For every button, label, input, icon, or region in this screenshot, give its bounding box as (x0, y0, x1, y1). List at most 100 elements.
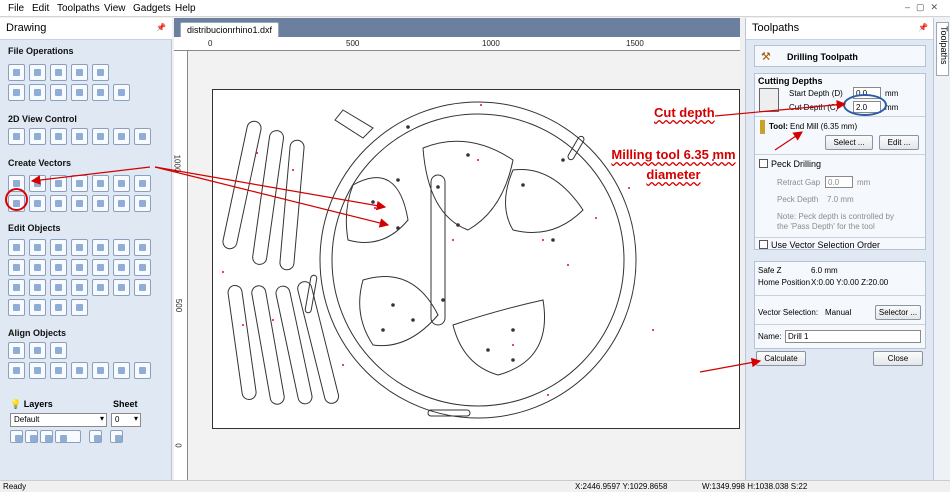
zoom-icon[interactable] (29, 128, 46, 145)
sheet-select[interactable]: 0 (111, 413, 141, 427)
zoom-selection-icon[interactable] (92, 128, 109, 145)
array-icon[interactable] (113, 195, 130, 212)
close-vector-icon[interactable] (71, 279, 88, 296)
menu-bar: File Edit Toolpaths View Gadgets Help –▢… (0, 0, 950, 17)
text-arc-icon[interactable] (50, 195, 67, 212)
zoom-page-icon[interactable] (113, 128, 130, 145)
angle-icon[interactable] (50, 299, 67, 316)
tool-label: Tool: (769, 122, 788, 131)
select-tool-button[interactable]: Select ... (825, 135, 873, 150)
space-h-icon[interactable] (92, 362, 109, 379)
dimension-icon[interactable] (71, 195, 88, 212)
zoom-box-icon[interactable] (50, 128, 67, 145)
offset-icon[interactable] (8, 279, 25, 296)
text-on-curve-icon[interactable] (29, 195, 46, 212)
transform-icon[interactable] (50, 239, 67, 256)
view-2d-icon[interactable] (134, 128, 151, 145)
ellipse-icon[interactable] (29, 175, 46, 192)
layer-select[interactable]: Default (10, 413, 107, 427)
pin-icon[interactable]: 📌 (156, 23, 166, 32)
color-picker-icon[interactable] (55, 430, 81, 443)
menu-gadgets[interactable]: Gadgets (133, 3, 171, 14)
vector-order-checkbox[interactable] (759, 240, 768, 249)
trim-icon[interactable] (134, 259, 151, 276)
group-icon[interactable] (71, 239, 88, 256)
menu-edit[interactable]: Edit (32, 3, 49, 14)
close-button[interactable]: Close (873, 351, 923, 366)
polygon-icon[interactable] (113, 175, 130, 192)
edit-tool-button[interactable]: Edit ... (879, 135, 919, 150)
align-hcenter-icon[interactable] (29, 342, 46, 359)
tab-icon[interactable] (71, 299, 88, 316)
align-top-icon[interactable] (50, 362, 67, 379)
pin-icon-right[interactable]: 📌 (918, 23, 928, 32)
distort-icon[interactable] (50, 259, 67, 276)
node-edit-icon[interactable] (92, 195, 109, 212)
space-v-icon[interactable] (113, 362, 130, 379)
new-file-icon[interactable] (8, 64, 25, 81)
vectors-row-1 (8, 175, 151, 192)
align-vcenter-icon[interactable] (50, 342, 67, 359)
material-sheet[interactable] (212, 89, 740, 429)
polyline-icon[interactable] (71, 175, 88, 192)
fillet-icon[interactable] (29, 279, 46, 296)
zoom-fit-icon[interactable] (71, 128, 88, 145)
redo-icon[interactable] (113, 84, 130, 101)
peck-drilling-checkbox[interactable] (759, 159, 768, 168)
color-swatch-icon[interactable] (40, 430, 53, 443)
copy-icon[interactable] (50, 84, 67, 101)
intersect-icon[interactable] (113, 259, 130, 276)
menu-view[interactable]: View (104, 3, 126, 14)
extend-icon[interactable] (50, 279, 67, 296)
arc-icon[interactable] (92, 175, 109, 192)
save-icon[interactable] (50, 64, 67, 81)
import-icon[interactable] (71, 64, 88, 81)
scale-icon[interactable] (134, 239, 151, 256)
calculate-button[interactable]: Calculate (756, 351, 806, 366)
star-icon[interactable] (134, 175, 151, 192)
align-page-icon[interactable] (134, 362, 151, 379)
rotate-icon[interactable] (29, 259, 46, 276)
export-icon[interactable] (92, 64, 109, 81)
ungroup-icon[interactable] (92, 239, 109, 256)
select-icon[interactable] (8, 239, 25, 256)
align-right-icon[interactable] (29, 362, 46, 379)
align-left-icon[interactable] (8, 362, 25, 379)
lock-icon[interactable] (25, 430, 38, 443)
subtract-icon[interactable] (92, 259, 109, 276)
draw-icon[interactable] (134, 195, 151, 212)
selector-button[interactable]: Selector ... (875, 305, 921, 320)
open-file-icon[interactable] (29, 64, 46, 81)
node-icon[interactable] (29, 239, 46, 256)
window-controls[interactable]: –▢✕ (905, 2, 944, 13)
menu-toolpaths[interactable]: Toolpaths (57, 3, 100, 14)
curve-fit-icon[interactable] (113, 279, 130, 296)
weld-icon[interactable] (71, 259, 88, 276)
bracket-icon[interactable] (29, 299, 46, 316)
paste-icon[interactable] (71, 84, 88, 101)
menu-file[interactable]: File (8, 3, 24, 14)
menu-help[interactable]: Help (175, 3, 196, 14)
layer-delete-icon[interactable] (110, 430, 123, 443)
retract-gap-input[interactable]: 0.0 (825, 176, 853, 188)
rectangle-icon[interactable] (50, 175, 67, 192)
scissors-icon[interactable] (134, 279, 151, 296)
nest-icon[interactable] (8, 299, 25, 316)
lightbulb-icon[interactable] (10, 430, 23, 443)
mirror-icon[interactable] (8, 259, 25, 276)
peck-drilling-label: Peck Drilling (771, 159, 822, 169)
align-center-icon[interactable] (8, 342, 25, 359)
pan-icon[interactable] (8, 128, 25, 145)
toolpaths-side-tab[interactable]: Toolpaths (936, 22, 949, 76)
document-tab[interactable]: distribucionrhino1.dxf (180, 22, 280, 37)
smooth-icon[interactable] (92, 279, 109, 296)
cad-drawing[interactable] (213, 90, 741, 430)
layer-copy-icon[interactable] (89, 430, 102, 443)
cut-icon[interactable] (29, 84, 46, 101)
align-bottom-icon[interactable] (71, 362, 88, 379)
select-all-icon[interactable] (8, 84, 25, 101)
undo-icon[interactable] (92, 84, 109, 101)
join-icon[interactable] (113, 239, 130, 256)
toolpath-name-input[interactable]: Drill 1 (785, 330, 921, 343)
start-depth-unit: mm (885, 89, 899, 98)
